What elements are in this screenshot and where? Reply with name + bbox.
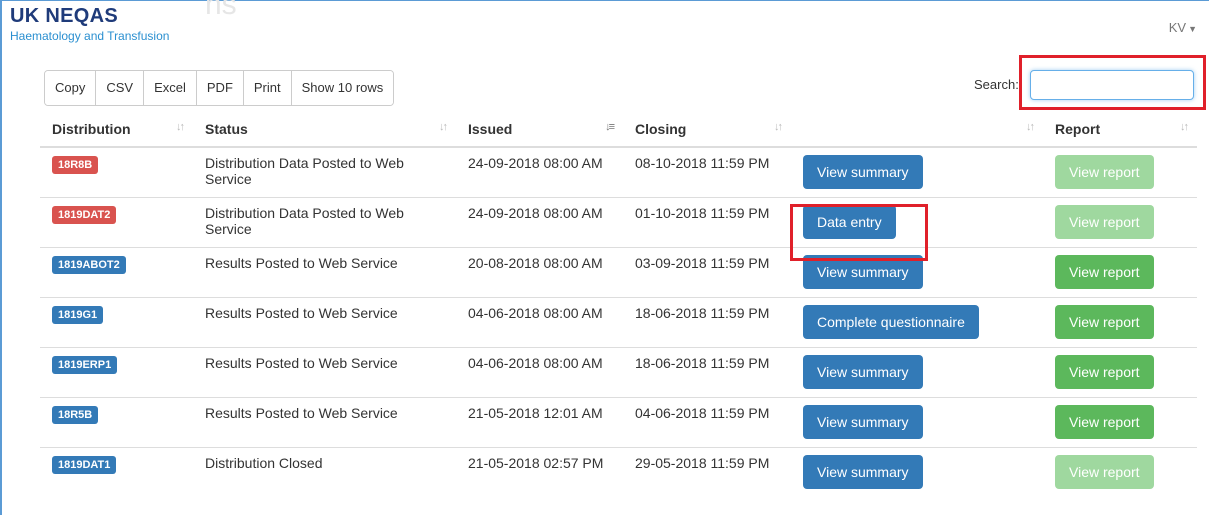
- issued-cell: 24-09-2018 08:00 AM: [456, 196, 623, 247]
- issued-cell: 24-09-2018 08:00 AM: [456, 146, 623, 197]
- page-length-button[interactable]: Show 10 rows: [291, 71, 394, 105]
- copy-button[interactable]: Copy: [45, 71, 97, 105]
- column-header-label: Distribution: [52, 121, 131, 137]
- table-row: 1819G1 Results Posted to Web Service 04-…: [40, 296, 1197, 347]
- distribution-badge[interactable]: 1819DAT1: [52, 455, 117, 474]
- search-label: Search:: [974, 77, 1019, 92]
- table-row: 1819DAT2 Distribution Data Posted to Web…: [40, 196, 1197, 247]
- table-row: 18R8B Distribution Data Posted to Web Se…: [40, 146, 1197, 197]
- view-report-button[interactable]: View report: [1055, 304, 1154, 339]
- column-header-status[interactable]: Status ↓↑: [193, 112, 456, 148]
- view-report-button[interactable]: View report: [1055, 155, 1154, 189]
- table-row: 1819ABOT2 Results Posted to Web Service …: [40, 246, 1197, 297]
- pdf-button[interactable]: PDF: [196, 71, 244, 105]
- issued-cell: 20-08-2018 08:00 AM: [456, 246, 623, 297]
- excel-button[interactable]: Excel: [144, 71, 197, 105]
- search-highlight-box: [1019, 55, 1206, 110]
- distribution-badge[interactable]: 18R5B: [52, 405, 99, 424]
- closing-cell: 08-10-2018 11:59 PM: [623, 146, 791, 197]
- table-row: 18R5B Results Posted to Web Service 21-0…: [40, 396, 1197, 447]
- view-summary-button[interactable]: View summary: [803, 454, 923, 489]
- sort-icon: ↓↑: [1026, 121, 1035, 133]
- distribution-badge[interactable]: 1819ERP1: [52, 355, 118, 374]
- status-cell: Distribution Data Posted to Web Service: [193, 196, 456, 247]
- sort-icon: ↓↑: [176, 121, 185, 133]
- column-header-label: Report: [1055, 121, 1101, 137]
- data-entry-highlight-box: [790, 204, 928, 261]
- view-summary-button[interactable]: View summary: [803, 155, 923, 189]
- issued-cell: 21-05-2018 02:57 PM: [456, 446, 623, 497]
- complete-questionnaire-button[interactable]: Complete questionnaire: [803, 304, 979, 339]
- view-report-button[interactable]: View report: [1055, 254, 1154, 289]
- column-header-label: Status: [205, 121, 248, 137]
- column-header-label: Closing: [635, 121, 687, 137]
- table-header-row: Distribution ↓↑ Status ↓↑ Issued ↓≡ Closing…: [40, 112, 1197, 148]
- view-report-button[interactable]: View report: [1055, 404, 1154, 439]
- status-cell: Results Posted to Web Service: [193, 396, 456, 447]
- view-summary-button[interactable]: View summary: [803, 404, 923, 439]
- print-button[interactable]: Print: [243, 71, 292, 105]
- distributions-table: Distribution ↓↑ Status ↓↑ Issued ↓≡ Closing…: [40, 112, 1197, 497]
- distribution-badge[interactable]: 1819ABOT2: [52, 255, 126, 274]
- closing-cell: 03-09-2018 11:59 PM: [623, 246, 791, 297]
- sort-icon: ↓↑: [774, 121, 783, 133]
- distribution-badge[interactable]: 18R8B: [52, 156, 99, 174]
- issued-cell: 04-06-2018 08:00 AM: [456, 296, 623, 347]
- status-cell: Results Posted to Web Service: [193, 346, 456, 397]
- status-cell: Distribution Closed: [193, 446, 456, 497]
- issued-cell: 04-06-2018 08:00 AM: [456, 346, 623, 397]
- caret-down-icon: ▼: [1188, 24, 1197, 34]
- closing-cell: 18-06-2018 11:59 PM: [623, 346, 791, 397]
- ghost-title: ns: [205, 0, 237, 21]
- column-header-action[interactable]: ↓↑: [791, 112, 1043, 148]
- table-row: 1819DAT1 Distribution Closed 21-05-2018 …: [40, 446, 1197, 497]
- issued-cell: 21-05-2018 12:01 AM: [456, 396, 623, 447]
- distribution-badge[interactable]: 1819DAT2: [52, 205, 117, 224]
- brand-name: UK NEQAS: [10, 5, 118, 27]
- sort-desc-icon: ↓≡: [605, 121, 615, 133]
- column-header-closing[interactable]: Closing ↓↑: [623, 112, 791, 148]
- csv-button[interactable]: CSV: [96, 71, 145, 105]
- export-button-group: Copy CSV Excel PDF Print Show 10 rows: [44, 70, 395, 106]
- distribution-badge[interactable]: 1819G1: [52, 305, 104, 324]
- view-report-button[interactable]: View report: [1055, 454, 1154, 489]
- sort-icon: ↓↑: [1180, 121, 1189, 133]
- sort-icon: ↓↑: [439, 121, 448, 133]
- status-cell: Results Posted to Web Service: [193, 246, 456, 297]
- closing-cell: 18-06-2018 11:59 PM: [623, 296, 791, 347]
- status-cell: Distribution Data Posted to Web Service: [193, 146, 456, 197]
- closing-cell: 04-06-2018 11:59 PM: [623, 396, 791, 447]
- table-row: 1819ERP1 Results Posted to Web Service 0…: [40, 346, 1197, 397]
- view-report-button[interactable]: View report: [1055, 204, 1154, 239]
- user-menu[interactable]: KV ▼: [1169, 20, 1197, 35]
- column-header-label: Issued: [468, 121, 513, 137]
- column-header-report[interactable]: Report ↓↑: [1043, 112, 1197, 148]
- view-summary-button[interactable]: View summary: [803, 354, 923, 389]
- view-report-button[interactable]: View report: [1055, 354, 1154, 389]
- closing-cell: 29-05-2018 11:59 PM: [623, 446, 791, 497]
- user-initials: KV: [1168, 20, 1187, 35]
- brand-subtitle: Haematology and Transfusion: [10, 29, 170, 43]
- brand-logo[interactable]: UK NEQAS Haematology and Transfusion: [10, 6, 169, 43]
- column-header-distribution[interactable]: Distribution ↓↑: [40, 112, 193, 148]
- status-cell: Results Posted to Web Service: [193, 296, 456, 347]
- closing-cell: 01-10-2018 11:59 PM: [623, 196, 791, 247]
- column-header-issued[interactable]: Issued ↓≡: [456, 112, 623, 148]
